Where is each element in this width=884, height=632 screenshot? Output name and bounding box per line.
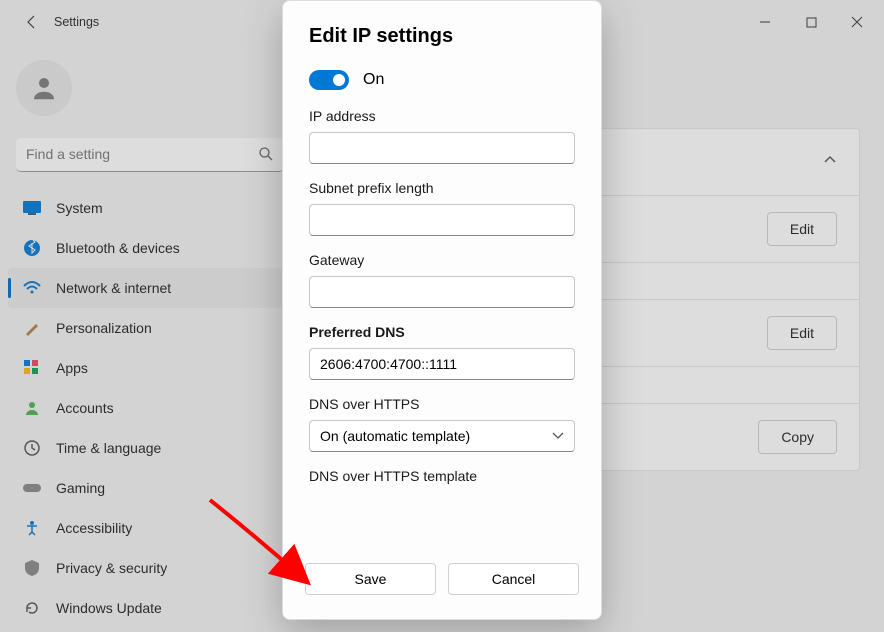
doh-select[interactable]: [309, 420, 575, 452]
toggle-label: On: [363, 71, 384, 89]
modal-title: Edit IP settings: [309, 25, 575, 48]
doh-template-label: DNS over HTTPS template: [309, 468, 575, 484]
preferred-dns-input[interactable]: [309, 348, 575, 380]
cancel-button[interactable]: Cancel: [448, 563, 579, 595]
preferred-dns-label: Preferred DNS: [309, 324, 575, 340]
doh-label: DNS over HTTPS: [309, 396, 575, 412]
settings-window: Settings System Bluetooth & devices Netw…: [0, 0, 884, 632]
edit-ip-modal: Edit IP settings On IP address Subnet pr…: [282, 0, 602, 620]
gateway-label: Gateway: [309, 252, 575, 268]
ip-address-input[interactable]: [309, 132, 575, 164]
subnet-label: Subnet prefix length: [309, 180, 575, 196]
ip-toggle[interactable]: [309, 70, 349, 90]
ip-address-label: IP address: [309, 108, 575, 124]
gateway-input[interactable]: [309, 276, 575, 308]
subnet-input[interactable]: [309, 204, 575, 236]
save-button[interactable]: Save: [305, 563, 436, 595]
